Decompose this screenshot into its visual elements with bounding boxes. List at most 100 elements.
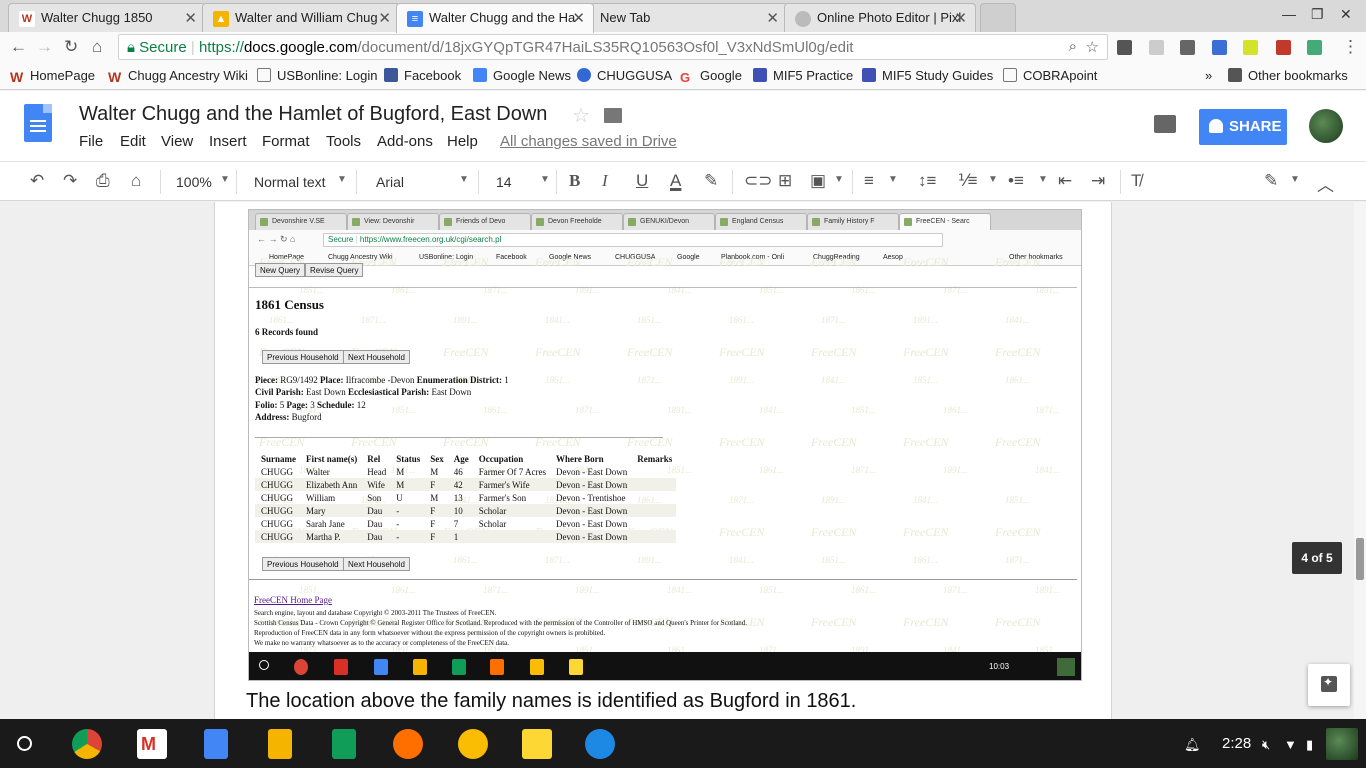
slides-icon[interactable] — [268, 729, 292, 759]
share-button[interactable]: SHARE — [1199, 109, 1287, 145]
bookmark-item[interactable]: MIF5 Practice — [753, 68, 853, 83]
document-paragraph[interactable]: The location above the family names is i… — [246, 690, 856, 713]
style-select[interactable]: Normal text — [254, 174, 326, 190]
zoom-icon[interactable]: ⌕ — [1069, 38, 1077, 55]
extension-icon[interactable] — [1243, 40, 1258, 55]
scrollbar-thumb[interactable] — [1356, 538, 1364, 580]
font-size-select[interactable]: 14 — [496, 174, 512, 190]
close-icon[interactable]: ✕ — [184, 9, 197, 27]
chrome-icon[interactable] — [72, 729, 102, 759]
reload-icon[interactable]: ↻ — [64, 37, 78, 57]
more-bookmarks-button[interactable]: » — [1205, 68, 1212, 83]
menu-addons[interactable]: Add-ons — [377, 133, 433, 150]
explore-button[interactable] — [1308, 664, 1350, 706]
menu-tools[interactable]: Tools — [326, 133, 361, 150]
menu-view[interactable]: View — [161, 133, 193, 150]
extension-icon[interactable] — [1307, 40, 1322, 55]
avatar[interactable] — [1309, 109, 1343, 143]
browser-tab[interactable]: W Walter Chugg 1850 ✕ — [8, 3, 206, 32]
bookmark-item[interactable]: CHUGGUSA — [577, 68, 672, 83]
other-bookmarks[interactable]: Other bookmarks — [1228, 68, 1348, 83]
save-status-link[interactable]: All changes saved in Drive — [500, 133, 677, 150]
tray-avatar[interactable] — [1326, 728, 1358, 760]
menu-icon[interactable]: ⋮ — [1342, 37, 1359, 57]
play-music-icon[interactable] — [393, 729, 423, 759]
address-bar[interactable]: 🔒︎ Secure | https://docs.google.com/docu… — [118, 34, 1108, 60]
menu-edit[interactable]: Edit — [120, 133, 146, 150]
bold-icon[interactable]: B — [569, 171, 580, 191]
extension-icon[interactable] — [1212, 40, 1227, 55]
paint-format-icon[interactable]: ⌂ — [131, 171, 141, 191]
launcher-icon[interactable] — [17, 736, 32, 751]
embedded-screenshot[interactable]: Devonshire V.SE View: Devonshir Friends … — [248, 209, 1082, 681]
extension-icon[interactable] — [1149, 40, 1164, 55]
underline-icon[interactable]: U — [636, 171, 648, 191]
menu-file[interactable]: File — [79, 133, 103, 150]
menu-format[interactable]: Format — [262, 133, 310, 150]
browser-tab[interactable]: Online Photo Editor | Pixl ✕ — [784, 3, 976, 32]
insert-image-icon[interactable]: ▣ — [810, 171, 826, 191]
pdf-icon[interactable] — [1276, 40, 1291, 55]
move-folder-icon[interactable] — [604, 108, 622, 123]
docs-logo-icon[interactable] — [24, 104, 52, 142]
minimize-icon[interactable]: — — [1282, 6, 1296, 22]
files-icon[interactable] — [585, 729, 615, 759]
close-icon[interactable]: ✕ — [954, 9, 967, 27]
keep-icon[interactable] — [458, 729, 488, 759]
docs-icon[interactable] — [204, 729, 228, 759]
extension-icon[interactable] — [1117, 40, 1132, 55]
decrease-indent-icon[interactable]: ⇤ — [1058, 171, 1072, 191]
clear-formatting-icon[interactable]: T̸ — [1131, 171, 1141, 191]
bookmark-item[interactable]: USBonline: Login — [257, 68, 377, 83]
link-icon[interactable]: ⊂⊃ — [744, 171, 773, 191]
undo-icon[interactable]: ↶ — [30, 171, 44, 191]
forward-icon[interactable]: → — [36, 37, 53, 57]
bookmark-item[interactable]: W HomePage — [10, 68, 95, 84]
document-title[interactable]: Walter Chugg and the Hamlet of Bugford, … — [79, 103, 547, 126]
line-spacing-icon[interactable]: ↕≡ — [918, 171, 936, 191]
italic-icon[interactable]: I — [602, 171, 608, 191]
font-select[interactable]: Arial — [376, 174, 404, 190]
bookmark-item[interactable]: Google News — [473, 68, 571, 83]
bookmark-item[interactable]: COBRApoint — [1003, 68, 1097, 83]
notes-icon[interactable] — [522, 729, 552, 759]
menu-insert[interactable]: Insert — [209, 133, 247, 150]
add-comment-icon[interactable]: ⊞ — [778, 171, 792, 191]
gmail-icon[interactable]: M — [137, 729, 167, 759]
redo-icon[interactable]: ↷ — [63, 171, 77, 191]
close-icon[interactable]: ✕ — [766, 9, 779, 27]
sheets-icon[interactable] — [332, 729, 356, 759]
close-icon[interactable]: ✕ — [572, 9, 585, 27]
browser-tab[interactable]: ▲ Walter and William Chug ✕ — [202, 3, 400, 32]
collapse-toolbar-icon[interactable]: ︿ — [1317, 171, 1334, 196]
increase-indent-icon[interactable]: ⇥ — [1091, 171, 1105, 191]
menu-help[interactable]: Help — [447, 133, 478, 150]
notification-bell-icon[interactable]: 🔔︎ — [1184, 737, 1201, 753]
comments-icon[interactable] — [1154, 115, 1176, 133]
bookmark-item[interactable]: MIF5 Study Guides — [862, 68, 993, 83]
back-icon[interactable]: ← — [10, 37, 27, 57]
scrollbar[interactable] — [1354, 202, 1366, 719]
bookmark-item[interactable]: G Google — [680, 68, 742, 85]
browser-tab[interactable]: New Tab ✕ — [590, 3, 788, 32]
home-icon[interactable]: ⌂ — [92, 37, 102, 57]
close-window-icon[interactable]: ✕ — [1340, 6, 1352, 23]
bookmark-item[interactable]: Facebook — [384, 68, 461, 83]
bookmark-star-icon[interactable]: ☆ — [1086, 38, 1099, 56]
editing-mode-icon[interactable]: ✎ — [1264, 171, 1278, 191]
close-icon[interactable]: ✕ — [378, 9, 391, 27]
print-icon[interactable]: ⎙ — [96, 171, 110, 191]
highlight-icon[interactable]: ✎ — [704, 171, 718, 191]
star-icon[interactable]: ☆ — [572, 103, 590, 128]
cast-icon[interactable] — [1180, 40, 1195, 55]
bookmark-item[interactable]: W Chugg Ancestry Wiki — [108, 68, 248, 84]
zoom-select[interactable]: 100% — [176, 174, 212, 190]
maximize-icon[interactable]: ❐ — [1311, 6, 1324, 23]
text-color-icon[interactable]: A — [670, 171, 681, 191]
bulleted-list-icon[interactable]: •≡ — [1008, 171, 1024, 191]
align-left-icon[interactable]: ≡ — [864, 171, 874, 191]
clock[interactable]: 2:28 — [1222, 735, 1251, 752]
new-tab-button[interactable] — [980, 3, 1016, 32]
numbered-list-icon[interactable]: ⅟≡ — [958, 171, 978, 191]
browser-tab-active[interactable]: ≡ Walter Chugg and the Ha ✕ — [396, 3, 594, 33]
